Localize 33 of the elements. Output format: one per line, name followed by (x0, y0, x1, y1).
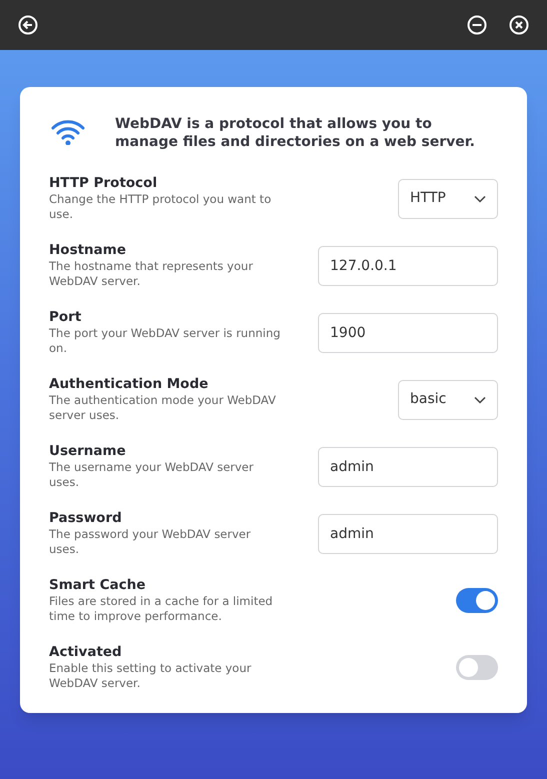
setting-label: Hostname (49, 242, 128, 259)
setting-description: Files are stored in a cache for a limited time to improve performance. (49, 594, 274, 624)
toggle-switch[interactable] (456, 655, 498, 680)
minimize-icon (467, 15, 487, 35)
wifi-icon (51, 119, 85, 145)
toggle-switch[interactable] (456, 588, 498, 613)
setting-description: The password your WebDAV server uses. (49, 527, 252, 557)
chevron-down-icon (474, 194, 486, 202)
setting-description: The port your WebDAV server is running on. (49, 326, 282, 356)
back-button[interactable] (18, 15, 38, 35)
dropdown[interactable]: HTTP (398, 178, 498, 218)
input-field[interactable]: admin (318, 514, 498, 554)
setting-description: Enable this setting to activate your WebDAV server. (49, 661, 252, 691)
close-button[interactable] (509, 15, 529, 35)
setting-label: Password (49, 510, 123, 527)
intro-text: WebDAV is a protocol that allows you to manage files and directories on a web server. (115, 115, 475, 151)
setting-label: Authentication Mode (49, 376, 210, 393)
setting-label: Port (49, 309, 82, 326)
input-field[interactable]: 127.0.0.1 (318, 246, 498, 286)
setting-description: The authentication mode your WebDAV server uses. (49, 393, 277, 423)
input-field[interactable]: admin (318, 446, 498, 486)
setting-label: Activated (49, 644, 123, 661)
setting-description: Change the HTTP protocol you want to use. (49, 192, 272, 222)
setting-description: The username your WebDAV server uses. (49, 460, 254, 490)
close-icon (509, 15, 529, 35)
setting-label: HTTP Protocol (49, 175, 158, 192)
chevron-down-icon (474, 396, 486, 404)
setting-label: Username (49, 443, 127, 460)
setting-label: Smart Cache (49, 577, 146, 594)
minimize-button[interactable] (467, 15, 487, 35)
input-field[interactable]: 1900 (318, 312, 498, 352)
dropdown[interactable]: basic (398, 380, 498, 420)
setting-description: The hostname that represents your WebDAV server. (49, 259, 254, 289)
